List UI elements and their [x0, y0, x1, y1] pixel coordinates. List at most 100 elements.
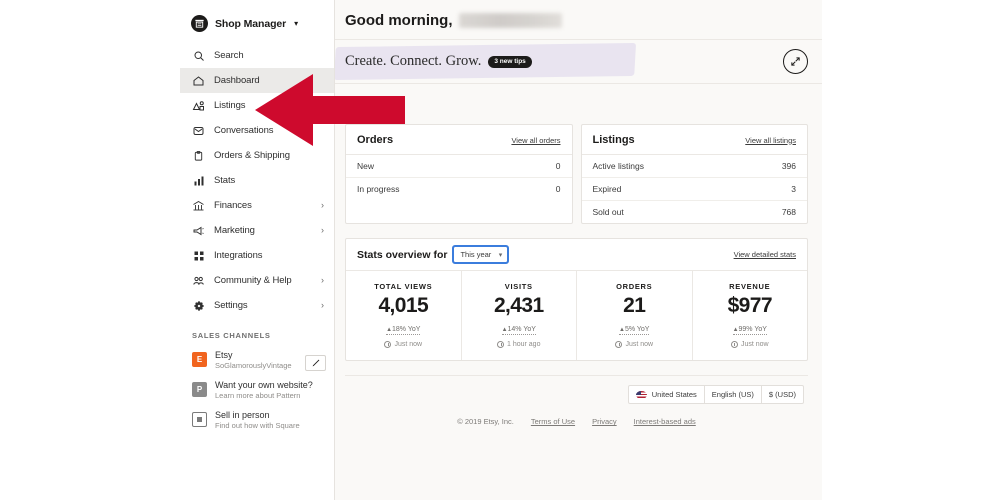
view-all-listings-link[interactable]: View all listings — [745, 136, 796, 145]
tile-updated: 1 hour ago — [466, 341, 573, 349]
megaphone-icon — [192, 224, 205, 237]
sidebar-item-marketing[interactable]: Marketing › — [180, 218, 334, 243]
screenshot-root: Shop Manager ▾ Search Dashboard Listings… — [0, 0, 1000, 500]
stat-tile-orders[interactable]: ORDERS 21 ▲5% YoY Just now — [577, 271, 693, 361]
table-row[interactable]: Active listings 396 — [581, 155, 807, 178]
table-row[interactable]: Expired 3 — [581, 178, 807, 201]
sidebar: Shop Manager ▾ Search Dashboard Listings… — [180, 0, 335, 500]
tile-delta: ▲5% YoY — [619, 326, 650, 336]
pattern-badge-icon: P — [192, 382, 207, 397]
stat-tile-visits[interactable]: VISITS 2,431 ▲14% YoY 1 hour ago — [462, 271, 577, 361]
tile-updated: Just now — [697, 341, 804, 349]
people-icon — [192, 274, 205, 287]
sidebar-item-dashboard[interactable]: Dashboard — [180, 68, 334, 93]
channel-name: Want your own website? — [215, 380, 313, 390]
tile-delta-text: 99% YoY — [738, 326, 767, 334]
sidebar-label: Dashboard — [214, 75, 260, 86]
sidebar-item-orders-shipping[interactable]: Orders & Shipping — [180, 143, 334, 168]
table-row[interactable]: Sold out 768 — [582, 201, 808, 223]
sales-channel-square[interactable]: Sell in person Find out how with Square — [180, 406, 334, 436]
envelope-icon — [192, 124, 205, 137]
view-detailed-stats-link[interactable]: View detailed stats — [734, 250, 796, 259]
country-label: United States — [651, 390, 697, 400]
promo-inner: Create. Connect. Grow. 3 new tips — [345, 53, 783, 70]
sidebar-item-conversations[interactable]: Conversations — [180, 118, 334, 143]
bar-chart-icon — [192, 174, 205, 187]
sidebar-item-search[interactable]: Search — [180, 43, 334, 68]
currency-segment[interactable]: $ (USD) — [762, 386, 803, 403]
view-all-orders-link[interactable]: View all orders — [511, 136, 560, 145]
gear-icon — [192, 299, 205, 312]
greeting-bar: Good morning, — [335, 0, 822, 40]
orders-card: Orders View all orders New 0 In progress… — [345, 124, 573, 224]
tile-updated-text: Just now — [394, 341, 423, 349]
row-label: In progress — [357, 184, 400, 194]
chevron-right-icon: › — [321, 275, 324, 285]
chevron-right-icon: › — [321, 300, 324, 310]
table-row[interactable]: In progress 0 — [346, 178, 572, 200]
sidebar-item-community-help[interactable]: Community & Help › — [180, 268, 334, 293]
listings-card: Listings View all listings Active listin… — [580, 124, 808, 224]
tile-delta-text: 14% YoY — [507, 326, 536, 334]
stat-tile-revenue[interactable]: REVENUE $977 ▲99% YoY Just now — [693, 271, 808, 360]
country-segment[interactable]: United States — [629, 386, 705, 404]
sales-channel-pattern[interactable]: P Want your own website? Learn more abou… — [180, 376, 334, 406]
brand-shop-manager[interactable]: Shop Manager ▾ — [180, 10, 334, 37]
tile-value: $977 — [727, 294, 773, 317]
sidebar-label: Community & Help — [214, 275, 292, 286]
row-label: New — [357, 161, 375, 171]
stat-tile-total-views[interactable]: TOTAL VIEWS 4,015 ▲18% YoY Just now — [346, 271, 462, 361]
clock-icon — [615, 341, 623, 349]
privacy-link[interactable]: Privacy — [592, 417, 617, 426]
channel-name: Etsy — [215, 350, 233, 360]
bank-icon — [192, 199, 205, 212]
promo-banner[interactable]: Create. Connect. Grow. 3 new tips — [335, 40, 822, 84]
language-segment[interactable]: English (US) — [705, 386, 762, 404]
expand-arrows-icon[interactable] — [783, 49, 808, 74]
dashboard-content: stats Orders View all orders New 0 In pr… — [335, 84, 822, 500]
home-icon — [192, 74, 205, 87]
sidebar-item-integrations[interactable]: Integrations — [180, 243, 334, 268]
channel-text: Sell in person Find out how with Square — [215, 410, 326, 431]
tile-label: TOTAL VIEWS — [374, 282, 433, 291]
tile-label: ORDERS — [616, 282, 653, 291]
grid-icon — [192, 249, 205, 262]
chevron-right-icon: › — [321, 225, 324, 235]
period-select[interactable]: This year ▾ — [452, 245, 510, 264]
row-value: 396 — [781, 161, 796, 171]
clipboard-icon — [192, 149, 205, 162]
new-tips-badge: 3 new tips — [488, 55, 532, 68]
copyright-text: © 2019 Etsy, Inc. — [457, 417, 514, 427]
row-label: Expired — [592, 184, 622, 194]
locale-row: United States English (US) $ (USD) — [345, 385, 808, 405]
row-value: 768 — [781, 207, 796, 217]
tile-label: REVENUE — [729, 282, 771, 291]
locale-selector[interactable]: United States English (US) $ (USD) — [627, 385, 804, 405]
brand-title: Shop Manager — [215, 17, 287, 30]
page-title: Good morning, — [345, 12, 808, 29]
sales-channel-etsy[interactable]: E Etsy SoGlamorouslyVintage — [180, 346, 334, 376]
tile-value: 2,431 — [493, 294, 544, 317]
footer-links: © 2019 Etsy, Inc. Terms of Use Privacy I… — [345, 404, 808, 436]
etsy-shop-manager-app: Shop Manager ▾ Search Dashboard Listings… — [180, 0, 822, 500]
tile-updated: Just now — [581, 341, 688, 349]
tile-updated-text: 1 hour ago — [507, 341, 541, 349]
sidebar-item-listings[interactable]: Listings — [180, 93, 334, 118]
channel-name: Sell in person — [215, 410, 270, 420]
clock-icon — [497, 341, 504, 349]
table-row[interactable]: New 0 — [346, 155, 572, 178]
edit-shop-button[interactable] — [305, 355, 326, 371]
tile-updated: Just now — [350, 341, 457, 349]
sidebar-item-settings[interactable]: Settings › — [180, 293, 334, 318]
interest-based-ads-link[interactable]: Interest-based ads — [634, 417, 696, 426]
channel-shop-name: SoGlamorouslyVintage — [215, 361, 292, 371]
stat-tiles: TOTAL VIEWS 4,015 ▲18% YoY Just now VISI… — [346, 271, 808, 361]
sidebar-item-finances[interactable]: Finances › — [180, 193, 334, 218]
tile-delta: ▲99% YoY — [732, 326, 767, 336]
footer: United States English (US) $ (USD) © 201… — [345, 375, 808, 436]
row-label: Active listings — [592, 161, 645, 171]
terms-of-use-link[interactable]: Terms of Use — [531, 417, 575, 426]
sidebar-item-stats[interactable]: Stats — [180, 168, 334, 193]
tile-label: VISITS — [504, 282, 533, 291]
tile-delta: ▲18% YoY — [386, 326, 421, 336]
